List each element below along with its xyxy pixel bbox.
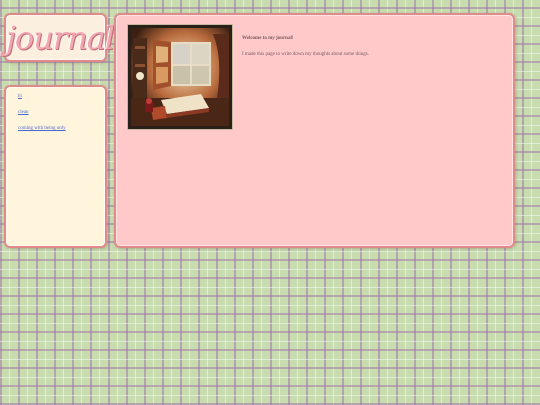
nav-link-hi[interactable]: hi <box>18 94 22 99</box>
sidebar-nav: hi clean coming with being only <box>4 85 107 248</box>
nav-link-clean[interactable]: clean <box>18 110 29 115</box>
window-illustration <box>127 24 233 130</box>
site-logo[interactable]: journal <box>6 19 115 57</box>
logo-panel: journal <box>4 13 115 62</box>
nav-item: coming with being only <box>18 125 105 132</box>
welcome-heading: Welcome to my journal! <box>242 36 294 41</box>
intro-text: Welcome to my journal! I made this page … <box>242 35 482 67</box>
nav-item: clean <box>18 109 105 116</box>
nav-list: hi clean coming with being only <box>6 87 105 132</box>
window-scene-image <box>131 28 229 126</box>
nav-item: hi <box>18 93 105 100</box>
intro-paragraph: I made this page to write down my though… <box>242 52 369 57</box>
nav-link-coming[interactable]: coming with being only <box>18 126 66 131</box>
main-content-panel: Welcome to my journal! I made this page … <box>114 13 515 248</box>
